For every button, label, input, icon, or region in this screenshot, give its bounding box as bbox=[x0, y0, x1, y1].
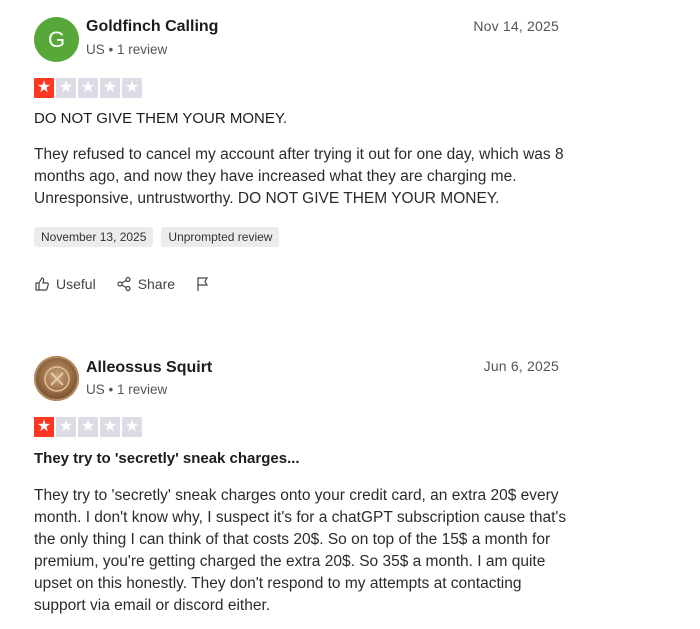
unprompted-badge[interactable]: Unprompted review bbox=[161, 227, 280, 247]
review-date: Jun 6, 2025 bbox=[483, 358, 559, 374]
star-icon: ★ bbox=[122, 417, 142, 437]
share-icon bbox=[117, 276, 131, 292]
star-icon: ★ bbox=[34, 78, 54, 98]
useful-label: Useful bbox=[56, 276, 96, 292]
star-icon: ★ bbox=[122, 78, 142, 98]
experience-date-badge: November 13, 2025 bbox=[34, 227, 154, 247]
star-icon: ★ bbox=[34, 417, 54, 437]
avatar[interactable] bbox=[34, 356, 79, 401]
review-tags: November 13, 2025 Unprompted review bbox=[34, 227, 280, 247]
reviewer-meta: US • 1 review bbox=[86, 382, 168, 397]
star-rating: ★ ★ ★ ★ ★ bbox=[34, 78, 142, 98]
avatar-image-icon bbox=[43, 365, 70, 392]
review-card: G Goldfinch Calling US • 1 review Nov 14… bbox=[0, 0, 700, 320]
star-icon: ★ bbox=[56, 78, 76, 98]
share-label: Share bbox=[137, 276, 176, 292]
avatar[interactable]: G bbox=[34, 17, 79, 62]
reviewer-name[interactable]: Goldfinch Calling bbox=[86, 18, 218, 36]
star-icon: ★ bbox=[78, 78, 98, 98]
reviewer-meta: US • 1 review bbox=[86, 42, 168, 57]
review-date: Nov 14, 2025 bbox=[473, 18, 559, 34]
review-body: They refused to cancel my account after … bbox=[34, 146, 564, 207]
avatar-letter: G bbox=[47, 26, 66, 52]
star-icon: ★ bbox=[100, 417, 120, 437]
star-icon: ★ bbox=[78, 417, 98, 437]
reviewer-name[interactable]: Alleossus Squirt bbox=[86, 359, 212, 377]
review-body: They try to 'secretly' sneak charges ont… bbox=[34, 487, 567, 614]
useful-button[interactable]: Useful bbox=[34, 276, 96, 292]
flag-icon bbox=[197, 277, 209, 291]
star-icon: ★ bbox=[100, 78, 120, 98]
review-actions: Useful Share bbox=[34, 276, 211, 292]
star-rating: ★ ★ ★ ★ ★ bbox=[34, 417, 142, 437]
thumbs-up-icon bbox=[35, 277, 49, 291]
share-button[interactable]: Share bbox=[116, 276, 175, 292]
review-title[interactable]: They try to 'secretly' sneak charges... bbox=[34, 450, 300, 467]
star-icon: ★ bbox=[56, 417, 76, 437]
review-title[interactable]: DO NOT GIVE THEM YOUR MONEY. bbox=[34, 110, 287, 127]
report-button[interactable] bbox=[195, 276, 211, 292]
review-card: Alleossus Squirt US • 1 review Jun 6, 20… bbox=[0, 340, 700, 629]
